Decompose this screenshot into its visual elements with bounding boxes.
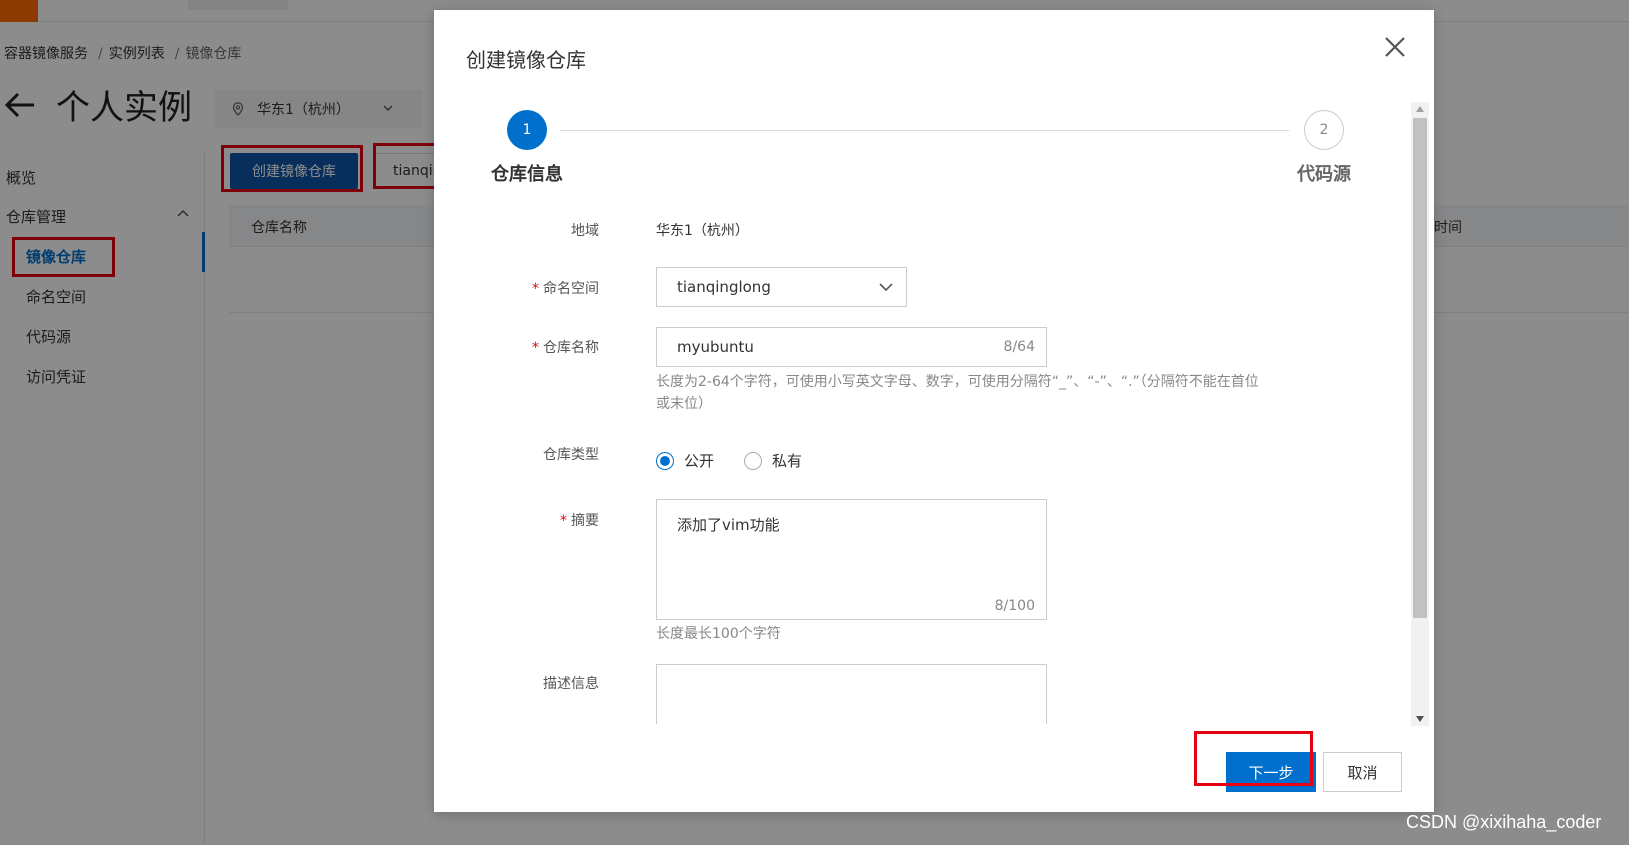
repo-name-input[interactable]: myubuntu 8/64: [656, 327, 1047, 367]
required-mark: *: [560, 513, 567, 529]
summary-textarea-value: 添加了vim功能: [677, 516, 780, 534]
namespace-field-label: * 命名空间: [532, 281, 599, 297]
repo-name-field-label: * 仓库名称: [532, 340, 599, 356]
radio-private[interactable]: 私有: [744, 450, 802, 471]
required-mark: *: [532, 281, 539, 297]
required-mark: *: [532, 340, 539, 356]
step-2-indicator: 2: [1304, 110, 1344, 150]
dialog-title: 创建镜像仓库: [466, 48, 586, 72]
scrollbar-thumb[interactable]: [1413, 118, 1427, 618]
summary-textarea[interactable]: 添加了vim功能 8/100: [656, 499, 1047, 620]
repo-name-hint: 长度为2-64个字符，可使用小写英文字母、数字，可使用分隔符“_”、“-”、“.…: [656, 374, 1259, 412]
step-connector: [560, 130, 1289, 131]
repo-name-input-value: myubuntu: [677, 338, 754, 356]
description-textarea[interactable]: [656, 664, 1047, 724]
summary-field-label: * 摘要: [560, 513, 599, 529]
namespace-select[interactable]: tianqinglong: [656, 267, 907, 307]
repo-type-field-label: 仓库类型: [543, 447, 599, 463]
close-icon[interactable]: [1382, 34, 1408, 60]
char-counter: 8/64: [1003, 339, 1035, 355]
summary-hint: 长度最长100个字符: [656, 626, 781, 642]
cancel-button[interactable]: 取消: [1323, 752, 1402, 792]
radio-public[interactable]: 公开: [656, 450, 714, 471]
char-counter: 8/100: [994, 598, 1035, 614]
step-2-label: 代码源: [1297, 164, 1351, 185]
radio-checked-icon: [656, 451, 674, 470]
step-1-label: 仓库信息: [491, 164, 563, 185]
scroll-down-arrow-icon[interactable]: [1416, 716, 1424, 722]
chevron-down-icon: [879, 283, 893, 292]
create-repo-dialog: 创建镜像仓库 1 2 仓库信息 代码源 地域 华东1（杭州） * 命名空间 tia…: [434, 10, 1434, 812]
radio-unchecked-icon: [744, 451, 762, 470]
region-value: 华东1（杭州）: [656, 223, 749, 239]
namespace-select-value: tianqinglong: [677, 278, 771, 296]
description-field-label: 描述信息: [543, 676, 599, 692]
scroll-up-arrow-icon[interactable]: [1416, 106, 1424, 112]
step-1-indicator: 1: [507, 110, 547, 150]
region-field-label: 地域: [571, 223, 599, 239]
highlight-box: [1194, 731, 1313, 786]
watermark: CSDN @xixihaha_coder: [1406, 812, 1602, 832]
